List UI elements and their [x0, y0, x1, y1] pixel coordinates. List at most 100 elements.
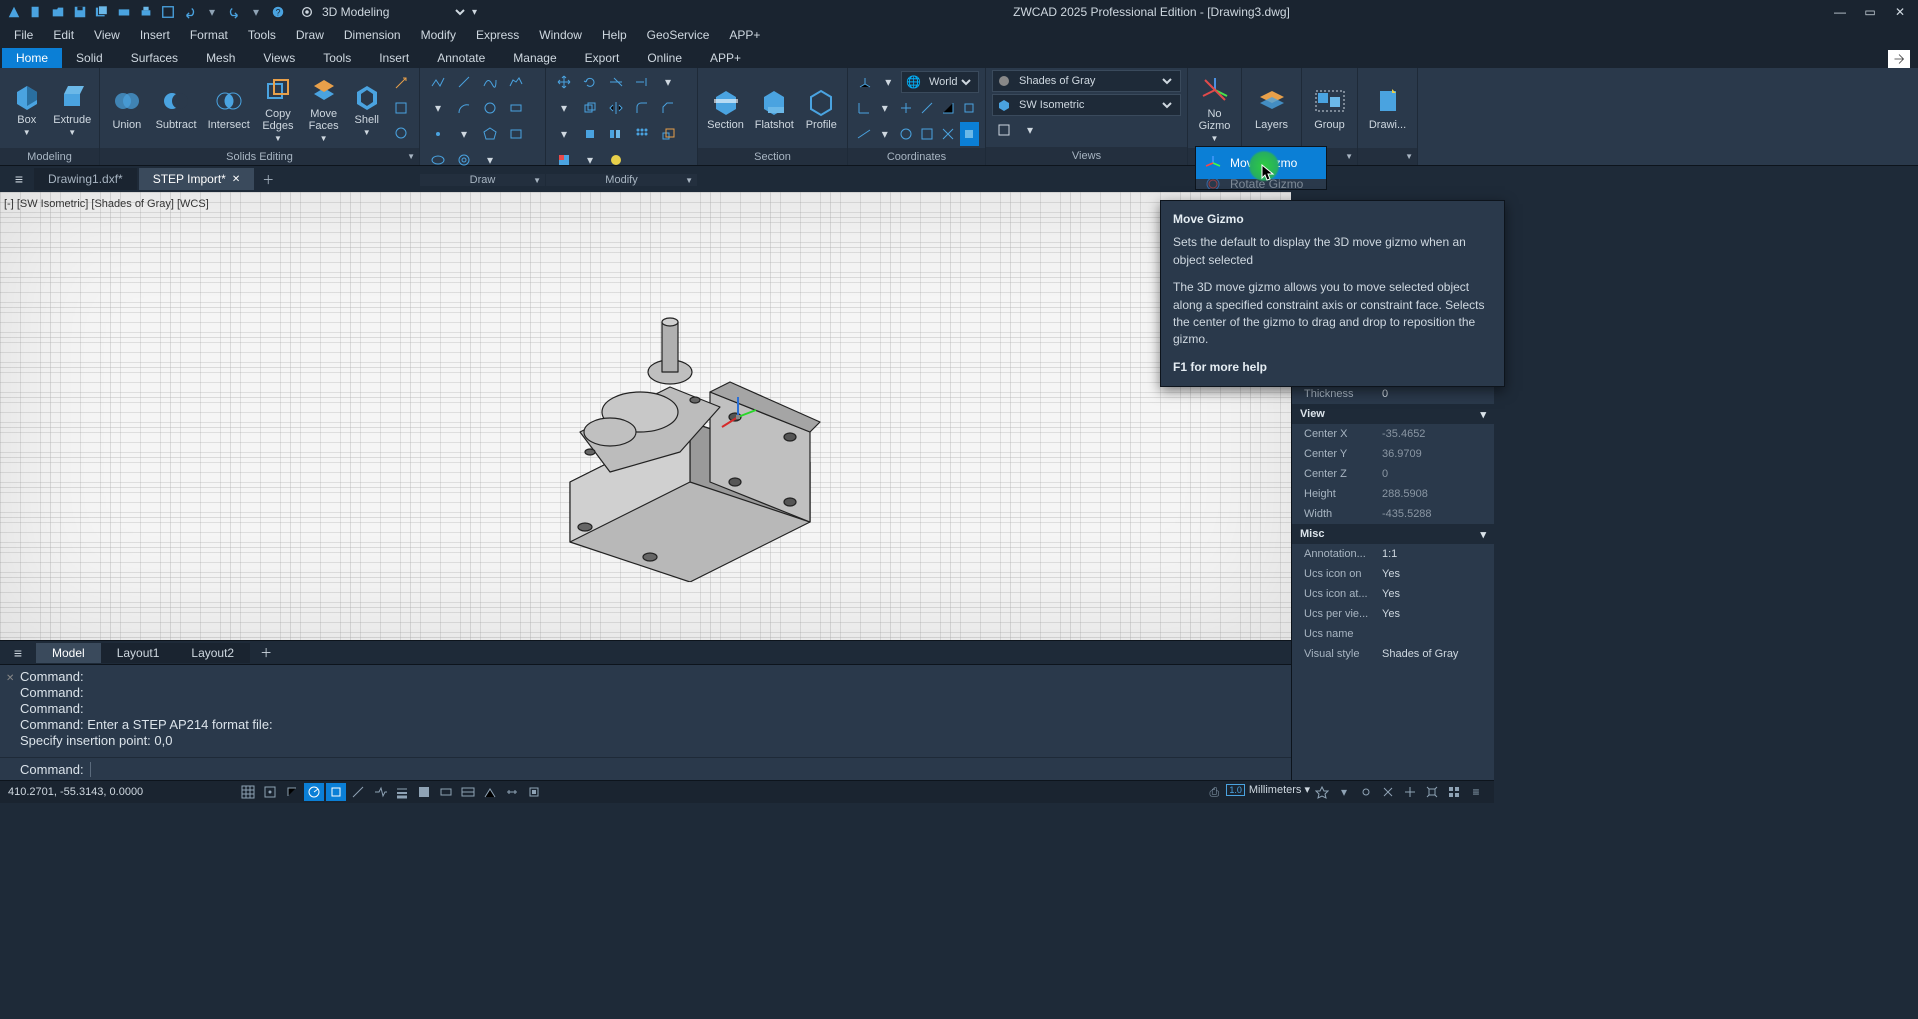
snap-toggle-icon[interactable]	[260, 783, 280, 801]
ucs-9-icon[interactable]	[896, 122, 915, 146]
prop-value[interactable]: 0	[1378, 468, 1494, 480]
ribbon-tab-annotate[interactable]: Annotate	[423, 48, 499, 68]
menu-dimension[interactable]: Dimension	[334, 26, 411, 44]
prop-row[interactable]: Center Y36.9709	[1292, 444, 1494, 464]
status-menu-icon[interactable]: ≡	[1466, 783, 1486, 801]
prop-row[interactable]: Width-435.5288	[1292, 504, 1494, 524]
mod-paint-icon[interactable]	[578, 122, 602, 146]
donut-icon[interactable]	[452, 148, 476, 172]
polygon-icon[interactable]	[478, 122, 502, 146]
prop-value[interactable]: -35.4652	[1378, 428, 1494, 440]
command-input[interactable]	[90, 762, 1271, 777]
ucs-icon[interactable]	[854, 70, 876, 94]
save-icon[interactable]	[70, 2, 90, 22]
align-icon[interactable]	[604, 122, 628, 146]
app-logo-icon[interactable]	[4, 2, 24, 22]
menu-draw[interactable]: Draw	[286, 26, 334, 44]
collapse-icon[interactable]: ▾	[1480, 408, 1486, 421]
prop-value[interactable]: 1:1	[1378, 548, 1494, 560]
drawing-button[interactable]: Drawi...	[1364, 70, 1411, 146]
draw-dd-icon[interactable]: ▾	[426, 96, 450, 120]
workspace-more-icon[interactable]: ▾	[472, 7, 477, 18]
doc-tab[interactable]: STEP Import*✕	[139, 168, 255, 190]
menu-window[interactable]: Window	[529, 26, 592, 44]
ucs-6-icon[interactable]	[960, 96, 979, 120]
grid-toggle-icon[interactable]	[238, 783, 258, 801]
gizmo-item-move[interactable]: Move Gizmo	[1196, 147, 1326, 179]
extrude-button[interactable]: Extrude ▼	[52, 70, 94, 146]
prop-value[interactable]: Yes	[1378, 588, 1494, 600]
ribbon-tab-manage[interactable]: Manage	[499, 48, 570, 68]
ribbon-tab-insert[interactable]: Insert	[365, 48, 423, 68]
ribbon-tab-app-[interactable]: APP+	[696, 48, 755, 68]
3dpoly-icon[interactable]	[504, 70, 528, 94]
menu-file[interactable]: File	[4, 26, 43, 44]
panel-name-drawing[interactable]: ▼	[1358, 148, 1417, 165]
solid-small1-icon[interactable]	[389, 71, 413, 95]
prop-value[interactable]: Shades of Gray	[1378, 648, 1494, 660]
prop-value[interactable]: -435.5288	[1378, 508, 1494, 520]
shell-button[interactable]: Shell▼	[349, 70, 386, 146]
undo-icon[interactable]	[180, 2, 200, 22]
solid-small3-icon[interactable]	[389, 121, 413, 145]
print-icon[interactable]	[136, 2, 156, 22]
new-doc-tab-button[interactable]: ＋	[256, 171, 280, 188]
menu-app-[interactable]: APP+	[719, 26, 770, 44]
close-button[interactable]: ✕	[1886, 2, 1914, 22]
new-icon[interactable]	[26, 2, 46, 22]
open-icon[interactable]	[48, 2, 68, 22]
scale-icon[interactable]	[656, 122, 680, 146]
menu-modify[interactable]: Modify	[411, 26, 466, 44]
subtract-button[interactable]: Subtract	[152, 70, 201, 146]
sc1-icon[interactable]	[436, 783, 456, 801]
mod-dd1-icon[interactable]: ▾	[656, 70, 680, 94]
ortho-toggle-icon[interactable]	[282, 783, 302, 801]
ribbon-tab-online[interactable]: Online	[633, 48, 696, 68]
trim-icon[interactable]	[604, 70, 628, 94]
polyline-icon[interactable]	[426, 70, 450, 94]
intersect-button[interactable]: Intersect	[204, 70, 253, 146]
sc4-icon[interactable]	[502, 783, 522, 801]
prop-value[interactable]: Yes	[1378, 568, 1494, 580]
maximize-button[interactable]: ▭	[1856, 2, 1884, 22]
hatch-icon[interactable]	[552, 148, 576, 172]
flatshot-button[interactable]: Flatshot	[751, 70, 798, 146]
line-icon[interactable]	[452, 70, 476, 94]
menu-edit[interactable]: Edit	[43, 26, 84, 44]
props-header-misc[interactable]: Misc▾	[1292, 524, 1494, 544]
spline-icon[interactable]	[478, 70, 502, 94]
otrack-toggle-icon[interactable]	[348, 783, 368, 801]
redo-dd-icon[interactable]: ▾	[246, 2, 266, 22]
view-dd-icon[interactable]: ▾	[1018, 118, 1042, 142]
prop-row[interactable]: Annotation...1:1	[1292, 544, 1494, 564]
doc-tabs-menu-icon[interactable]: ≡	[4, 171, 34, 187]
point-icon[interactable]	[426, 122, 450, 146]
ribbon-tab-solid[interactable]: Solid	[62, 48, 117, 68]
array-icon[interactable]	[630, 122, 654, 146]
view-1-icon[interactable]	[992, 118, 1016, 142]
ribbon-search-icon[interactable]	[1888, 50, 1910, 68]
prop-value[interactable]: 288.5908	[1378, 488, 1494, 500]
rotate-icon[interactable]	[578, 70, 602, 94]
redo-icon[interactable]	[224, 2, 244, 22]
prop-value[interactable]: 0	[1378, 388, 1494, 400]
menu-insert[interactable]: Insert	[130, 26, 180, 44]
workspace-selector[interactable]: 3D Modeling ▾	[300, 4, 477, 20]
mod-dd2-icon[interactable]: ▾	[552, 96, 576, 120]
prop-value[interactable]: 36.9709	[1378, 448, 1494, 460]
ucs-4-icon[interactable]	[918, 96, 937, 120]
menu-help[interactable]: Help	[592, 26, 637, 44]
dyn-toggle-icon[interactable]	[370, 783, 390, 801]
view-combo[interactable]: SW Isometric	[992, 94, 1181, 116]
mirror-icon[interactable]	[604, 96, 628, 120]
copy-icon[interactable]	[578, 96, 602, 120]
profile-button[interactable]: Profile	[802, 70, 841, 146]
menu-tools[interactable]: Tools	[238, 26, 286, 44]
cmd-close-icon[interactable]: ✕	[6, 671, 14, 687]
circle-icon[interactable]	[478, 96, 502, 120]
sr2-icon[interactable]	[1312, 783, 1332, 801]
ucs-1-icon[interactable]	[854, 96, 873, 120]
menu-view[interactable]: View	[84, 26, 130, 44]
ucs-3-icon[interactable]	[896, 96, 915, 120]
ribbon-tab-home[interactable]: Home	[2, 48, 62, 68]
